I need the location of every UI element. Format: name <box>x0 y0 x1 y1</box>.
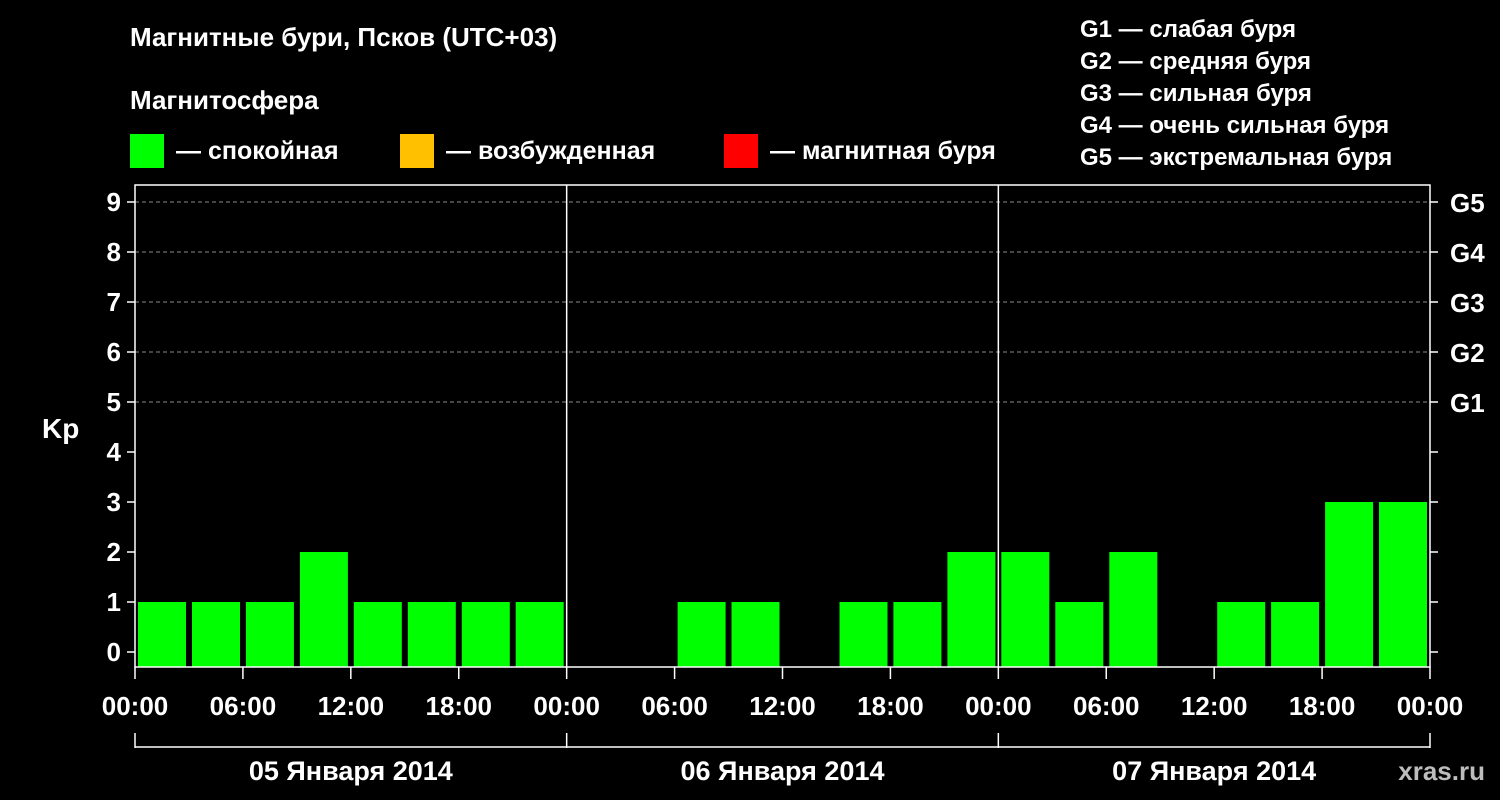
y-tick-label: 2 <box>107 537 121 567</box>
g-scale-label: G2 <box>1450 338 1485 368</box>
x-tick-label: 06:00 <box>210 691 277 721</box>
kp-chart: 0 1 2 3 4 5 6 7 8 9 G1 G2 G3 G4 G5 Kp 00:00 06:00 12:00 18:… <box>42 184 1485 786</box>
g-scale-label: G1 <box>1450 388 1485 418</box>
g-scale-label: G5 <box>1450 188 1485 218</box>
x-tick-label: 18:00 <box>857 691 924 721</box>
x-tick-label: 06:00 <box>641 691 708 721</box>
kp-bar <box>1217 602 1266 667</box>
g-scale-label: G4 <box>1450 238 1485 268</box>
kp-bar <box>515 602 564 667</box>
y-tick-label: 9 <box>107 187 121 217</box>
kp-bar <box>1055 602 1104 667</box>
x-tick-label: 00:00 <box>533 691 600 721</box>
x-tick-label: 18:00 <box>426 691 493 721</box>
day-label: 05 Января 2014 <box>249 756 453 786</box>
y-tick-label: 3 <box>107 487 121 517</box>
kp-bar <box>839 602 888 667</box>
kp-bar <box>192 602 240 667</box>
x-tick-label: 12:00 <box>1181 691 1248 721</box>
kp-bar <box>1379 502 1427 667</box>
y-tick-label: 8 <box>107 237 121 267</box>
kp-bar <box>947 552 996 667</box>
kp-bar <box>138 602 186 667</box>
watermark: xras.ru <box>1398 756 1485 786</box>
y-tick-label: 0 <box>107 637 121 667</box>
y-axis-label: Kp <box>42 413 79 444</box>
g-scale-label: G3 <box>1450 288 1485 318</box>
kp-bar <box>1271 602 1320 667</box>
x-tick-label: 00:00 <box>965 691 1032 721</box>
y-tick-label: 4 <box>107 437 122 467</box>
day-label: 06 Января 2014 <box>681 756 885 786</box>
y-tick-label: 7 <box>107 287 121 317</box>
y-tick-label: 1 <box>107 587 121 617</box>
x-tick-label: 00:00 <box>102 691 169 721</box>
x-tick-label: 00:00 <box>1397 691 1464 721</box>
kp-bar <box>353 602 402 667</box>
x-tick-label: 12:00 <box>749 691 816 721</box>
kp-bar <box>245 602 294 667</box>
kp-bar <box>461 602 510 667</box>
x-tick-label: 18:00 <box>1289 691 1356 721</box>
kp-bar <box>1109 552 1158 667</box>
kp-bar <box>1325 502 1374 667</box>
day-label: 07 Января 2014 <box>1112 756 1316 786</box>
x-tick-label: 06:00 <box>1073 691 1140 721</box>
kp-bar <box>731 602 780 667</box>
y-tick-label: 5 <box>107 387 121 417</box>
kp-bar <box>893 602 942 667</box>
x-tick-label: 12:00 <box>318 691 385 721</box>
y-tick-label: 6 <box>107 337 121 367</box>
kp-bar <box>299 552 348 667</box>
kp-bar <box>677 602 726 667</box>
kp-bar <box>407 602 456 667</box>
kp-bar <box>1001 552 1050 667</box>
